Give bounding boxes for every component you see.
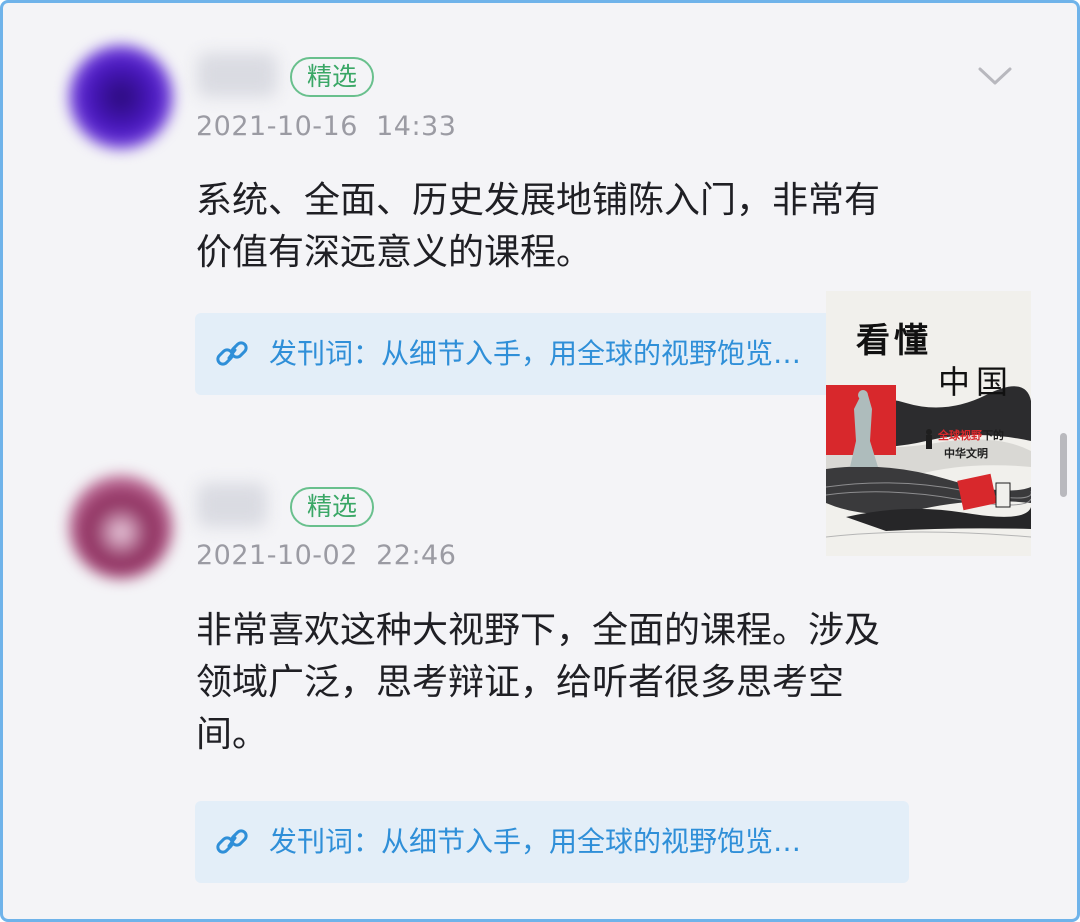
chevron-down-icon[interactable] (977, 65, 1013, 87)
book-title-line-2: 中国 (938, 363, 1015, 401)
article-link-label: 发刊词：从细节入手，用全球的视野饱览… (269, 825, 802, 858)
book-cover[interactable]: 看懂 中国 全球视野下的 中华文明 (826, 291, 1031, 556)
book-subtitle-red: 全球视野 (938, 429, 982, 442)
timestamp: 2021-10-02 22:46 (196, 540, 456, 571)
timestamp: 2021-10-16 14:33 (196, 111, 456, 142)
avatar[interactable] (69, 475, 173, 579)
link-icon (216, 829, 248, 854)
article-link-label: 发刊词：从细节入手，用全球的视野饱览… (269, 337, 802, 370)
featured-badge: 精选 (290, 487, 374, 527)
article-link[interactable]: 发刊词：从细节入手，用全球的视野饱览… (195, 801, 909, 883)
comment-text: 非常喜欢这种大视野下，全面的课程。涉及 领域广泛，思考辩证，给听者很多思考空 间… (196, 605, 996, 761)
link-icon (216, 341, 248, 366)
timestamp-date: 2021-10-16 (196, 111, 358, 142)
scrollbar-thumb[interactable] (1060, 433, 1067, 497)
comment-text-line: 价值有深远意义的课程。 (196, 232, 593, 273)
timestamp-time: 14:33 (376, 111, 457, 142)
avatar[interactable] (69, 45, 173, 149)
book-subtitle-line-1: 全球视野下的 (938, 427, 1004, 443)
book-subtitle-dark: 下的 (982, 429, 1004, 442)
username-blurred[interactable] (197, 53, 277, 97)
article-link[interactable]: 发刊词：从细节入手，用全球的视野饱览… (195, 313, 909, 395)
comment-text-line: 领域广泛，思考辩证，给听者很多思考空 (196, 662, 845, 703)
comment-text-line: 系统、全面、历史发展地铺陈入门，非常有 (196, 180, 881, 221)
timestamp-time: 22:46 (376, 540, 457, 571)
comment-text-line: 间。 (196, 714, 269, 755)
featured-badge: 精选 (290, 57, 374, 97)
comment-text: 系统、全面、历史发展地铺陈入门，非常有 价值有深远意义的课程。 (196, 175, 996, 279)
book-title-line-1: 看懂 (856, 321, 932, 361)
comment-text-line: 非常喜欢这种大视野下，全面的课程。涉及 (196, 610, 881, 651)
comment-feed: 精选 2021-10-16 14:33 系统、全面、历史发展地铺陈入门，非常有 … (0, 0, 1080, 922)
timestamp-date: 2021-10-02 (196, 540, 358, 571)
book-subtitle-line-2: 中华文明 (944, 447, 988, 460)
username-blurred[interactable] (197, 483, 267, 527)
